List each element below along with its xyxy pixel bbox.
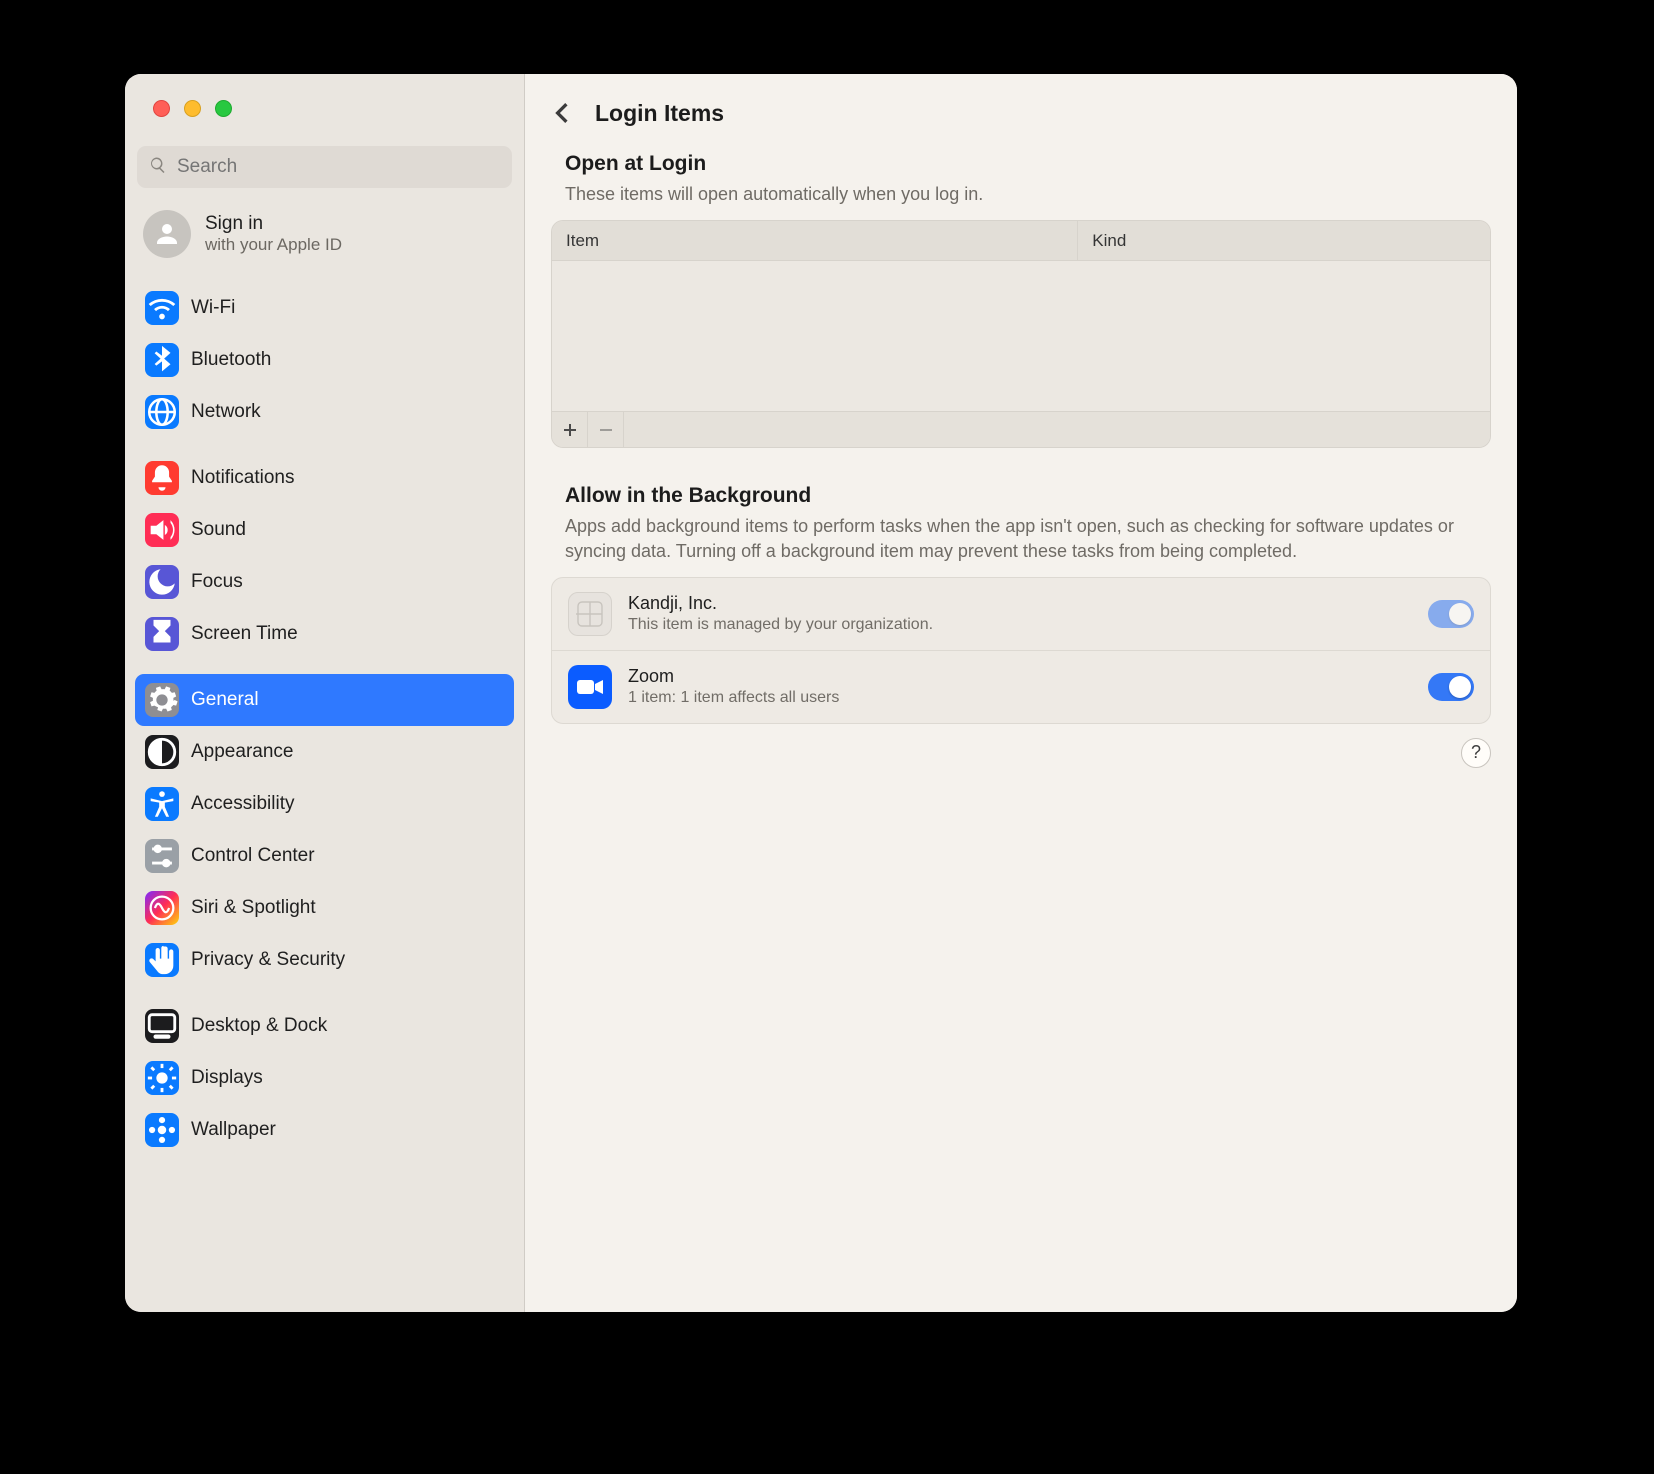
control-center-icon bbox=[145, 839, 179, 873]
background-items-card: Kandji, Inc. This item is managed by your… bbox=[551, 577, 1491, 724]
sidebar-item-displays[interactable]: Displays bbox=[135, 1052, 514, 1104]
background-item-toggle bbox=[1428, 600, 1474, 628]
hand-icon bbox=[145, 943, 179, 977]
kandji-app-icon bbox=[568, 592, 612, 636]
open-at-login-table: Item Kind bbox=[551, 220, 1491, 448]
sidebar-item-label: General bbox=[191, 689, 259, 711]
sidebar-item-privacy-security[interactable]: Privacy & Security bbox=[135, 934, 514, 986]
accessibility-icon bbox=[145, 787, 179, 821]
sidebar: Sign in with your Apple ID Wi-Fi Bluetoot… bbox=[125, 74, 525, 1312]
minimize-button[interactable] bbox=[184, 100, 201, 117]
search-icon bbox=[149, 156, 167, 179]
maximize-button[interactable] bbox=[215, 100, 232, 117]
sidebar-item-label: Siri & Spotlight bbox=[191, 897, 316, 919]
page-title: Login Items bbox=[595, 100, 724, 127]
sound-icon bbox=[145, 513, 179, 547]
background-item-name: Kandji, Inc. bbox=[628, 593, 1412, 614]
sidebar-item-desktop-dock[interactable]: Desktop & Dock bbox=[135, 1000, 514, 1052]
minus-icon bbox=[598, 422, 614, 438]
plus-icon bbox=[562, 422, 578, 438]
background-item-row: Zoom 1 item: 1 item affects all users bbox=[552, 650, 1490, 723]
displays-icon bbox=[145, 1061, 179, 1095]
sidebar-item-screen-time[interactable]: Screen Time bbox=[135, 608, 514, 660]
table-body bbox=[552, 261, 1490, 411]
sign-in-row[interactable]: Sign in with your Apple ID bbox=[125, 188, 524, 276]
header: Login Items bbox=[525, 74, 1517, 144]
open-at-login-title: Open at Login bbox=[551, 152, 1491, 176]
sidebar-item-siri-spotlight[interactable]: Siri & Spotlight bbox=[135, 882, 514, 934]
sign-in-title: Sign in bbox=[205, 213, 342, 235]
sidebar-item-label: Privacy & Security bbox=[191, 949, 345, 971]
sidebar-item-label: Wi-Fi bbox=[191, 297, 235, 319]
sidebar-item-label: Wallpaper bbox=[191, 1119, 276, 1141]
sidebar-item-wi-fi[interactable]: Wi-Fi bbox=[135, 282, 514, 334]
search-field[interactable] bbox=[137, 146, 512, 188]
dock-icon bbox=[145, 1009, 179, 1043]
table-footer bbox=[552, 411, 1490, 447]
sidebar-item-label: Sound bbox=[191, 519, 246, 541]
siri-icon bbox=[145, 891, 179, 925]
allow-background-desc: Apps add background items to perform tas… bbox=[551, 508, 1491, 577]
main-pane: Login Items Open at Login These items wi… bbox=[525, 74, 1517, 1312]
toggle-knob bbox=[1449, 603, 1471, 625]
sidebar-item-sound[interactable]: Sound bbox=[135, 504, 514, 556]
hourglass-icon bbox=[145, 617, 179, 651]
remove-item-button[interactable] bbox=[588, 412, 624, 447]
sidebar-item-label: Network bbox=[191, 401, 261, 423]
table-header: Item Kind bbox=[552, 221, 1490, 261]
background-item-sub: This item is managed by your organizatio… bbox=[628, 616, 1412, 634]
sidebar-item-label: Focus bbox=[191, 571, 243, 593]
add-item-button[interactable] bbox=[552, 412, 588, 447]
sidebar-item-accessibility[interactable]: Accessibility bbox=[135, 778, 514, 830]
sidebar-item-label: Desktop & Dock bbox=[191, 1015, 327, 1037]
background-item-toggle[interactable] bbox=[1428, 673, 1474, 701]
sidebar-item-label: Screen Time bbox=[191, 623, 298, 645]
back-button[interactable] bbox=[547, 98, 577, 128]
search-input[interactable] bbox=[177, 156, 500, 178]
sidebar-item-label: Notifications bbox=[191, 467, 295, 489]
close-button[interactable] bbox=[153, 100, 170, 117]
avatar bbox=[143, 210, 191, 258]
column-item[interactable]: Item bbox=[552, 221, 1077, 260]
settings-window: Sign in with your Apple ID Wi-Fi Bluetoot… bbox=[125, 74, 1517, 1312]
network-icon bbox=[145, 395, 179, 429]
background-item-sub: 1 item: 1 item affects all users bbox=[628, 689, 1412, 707]
sidebar-item-focus[interactable]: Focus bbox=[135, 556, 514, 608]
sidebar-item-network[interactable]: Network bbox=[135, 386, 514, 438]
zoom-app-icon bbox=[568, 665, 612, 709]
sidebar-item-general[interactable]: General bbox=[135, 674, 514, 726]
sidebar-item-bluetooth[interactable]: Bluetooth bbox=[135, 334, 514, 386]
sidebar-item-label: Accessibility bbox=[191, 793, 294, 815]
moon-icon bbox=[145, 565, 179, 599]
sidebar-item-appearance[interactable]: Appearance bbox=[135, 726, 514, 778]
background-item-row: Kandji, Inc. This item is managed by your… bbox=[552, 578, 1490, 650]
window-controls bbox=[125, 100, 524, 124]
wallpaper-icon bbox=[145, 1113, 179, 1147]
bluetooth-icon bbox=[145, 343, 179, 377]
open-at-login-desc: These items will open automatically when… bbox=[551, 176, 1491, 220]
column-kind[interactable]: Kind bbox=[1077, 221, 1490, 260]
help-button[interactable]: ? bbox=[1461, 738, 1491, 768]
sidebar-item-control-center[interactable]: Control Center bbox=[135, 830, 514, 882]
sidebar-item-notifications[interactable]: Notifications bbox=[135, 452, 514, 504]
background-item-name: Zoom bbox=[628, 666, 1412, 687]
chevron-left-icon bbox=[555, 102, 569, 124]
sidebar-nav: Wi-Fi Bluetooth Network Notifications Sound F… bbox=[125, 276, 524, 1156]
sidebar-item-label: Bluetooth bbox=[191, 349, 271, 371]
bell-icon bbox=[145, 461, 179, 495]
sidebar-item-label: Control Center bbox=[191, 845, 315, 867]
sidebar-item-wallpaper[interactable]: Wallpaper bbox=[135, 1104, 514, 1156]
sidebar-item-label: Appearance bbox=[191, 741, 293, 763]
wifi-icon bbox=[145, 291, 179, 325]
allow-background-title: Allow in the Background bbox=[551, 484, 1491, 508]
toggle-knob bbox=[1449, 676, 1471, 698]
sidebar-item-label: Displays bbox=[191, 1067, 263, 1089]
appearance-icon bbox=[145, 735, 179, 769]
gear-icon bbox=[145, 683, 179, 717]
sign-in-subtitle: with your Apple ID bbox=[205, 235, 342, 255]
